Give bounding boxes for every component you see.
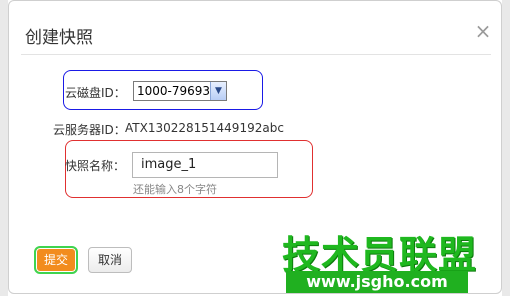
cancel-button[interactable]: 取消 — [88, 247, 132, 273]
chevron-down-icon[interactable]: ▼ — [210, 82, 226, 100]
disk-id-select[interactable]: 1000-79693 ▼ — [133, 81, 227, 101]
watermark-url: www.jsgho.com — [286, 271, 468, 293]
disk-id-selected-value: 1000-79693 — [137, 84, 211, 98]
header-divider — [21, 54, 491, 55]
submit-button[interactable]: 提交 — [34, 246, 78, 274]
snapshot-name-hint: 还能输入8个字符 — [133, 183, 217, 196]
close-icon[interactable]: × — [473, 21, 493, 41]
dialog-title: 创建快照 — [25, 28, 93, 48]
snapshot-name-input[interactable]: image_1 — [132, 152, 278, 178]
disk-id-label: 云磁盘ID： — [65, 86, 126, 100]
server-id-label: 云服务器ID： — [53, 123, 126, 137]
snapshot-name-label: 快照名称： — [65, 159, 126, 173]
server-id-value: ATX130228151449192abc — [125, 121, 284, 135]
backdrop-left — [0, 0, 8, 296]
backdrop-right — [502, 0, 510, 296]
